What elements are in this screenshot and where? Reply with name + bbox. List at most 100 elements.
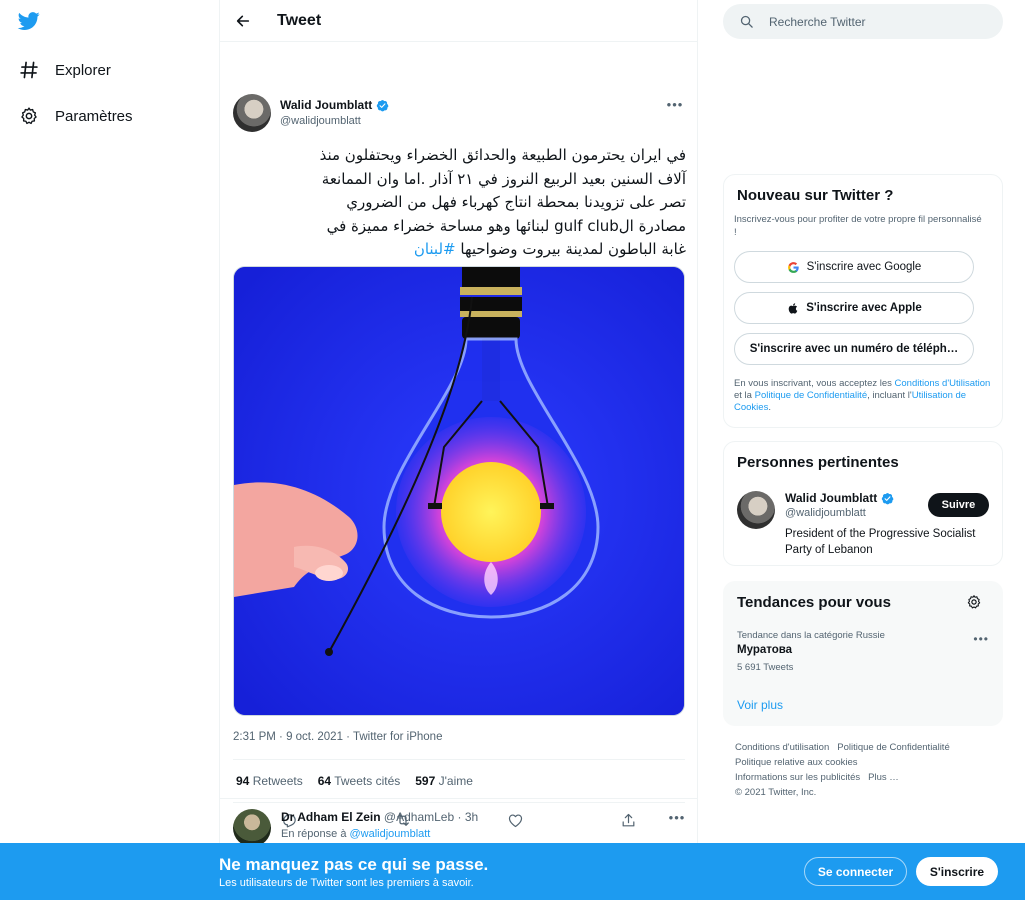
trend-count: 5 691 Tweets [737, 662, 794, 673]
apple-icon [786, 301, 800, 315]
trend-category: Tendance dans la catégorie Russie [737, 630, 885, 641]
twitter-bird-icon[interactable] [17, 10, 43, 34]
stat-label: J'aime [438, 774, 473, 788]
relevant-people-card: Personnes pertinentes Walid Joumblatt @w… [723, 441, 1003, 566]
reply-separator: · [454, 810, 465, 824]
footer-link[interactable]: Politique relative aux cookies [735, 755, 858, 770]
trends-card: Tendances pour vous Tendance dans la cat… [723, 581, 1003, 726]
terms-text: . [768, 402, 771, 413]
left-navigation: Explorer Paramètres [0, 0, 219, 900]
tweet-text-line: آلاف السنين بعيد الربيع النروز في ٢١ آذا… [321, 169, 686, 188]
reply-tweet[interactable]: Dr Adham El Zein @AdhamLeb · 3h En répon… [220, 798, 697, 847]
terms-text: et la [734, 390, 755, 401]
login-banner: Ne manquez pas ce qui se passe. Les util… [0, 843, 1025, 900]
terms-text: , incluant l' [867, 390, 912, 401]
signup-phone-label: S'inscrire avec un numéro de téléph… [749, 343, 959, 355]
nav-explore[interactable]: Explorer [18, 55, 111, 85]
tweet-stats: 94 Retweets 64 Tweets cités 597 J'aime [236, 774, 488, 788]
signup-google-button[interactable]: S'inscrire avec Google [734, 251, 974, 283]
avatar[interactable] [233, 809, 271, 847]
signup-google-label: S'inscrire avec Google [806, 261, 922, 273]
stat-label: Retweets [252, 774, 303, 788]
google-icon [787, 260, 801, 274]
terms-link[interactable]: Conditions d'Utilisation [895, 378, 991, 389]
avatar[interactable] [233, 94, 271, 132]
tweet-time[interactable]: 2:31 PM [233, 731, 276, 743]
nav-settings[interactable]: Paramètres [18, 101, 133, 131]
avatar[interactable] [737, 491, 775, 529]
signup-button[interactable]: S'inscrire [916, 857, 998, 886]
search-input[interactable]: Recherche Twitter [723, 4, 1003, 39]
person-bio: President of the Progressive Socialist P… [785, 528, 976, 556]
footer-link[interactable]: Plus … [868, 770, 899, 785]
tweet-author[interactable]: Walid Joumblatt @walidjoumblatt [233, 94, 389, 132]
footer-link[interactable]: Conditions d'utilisation [735, 740, 829, 755]
tweet-text-line: غابة الباطون لمدينة بيروت وضواحيها [460, 240, 686, 258]
stat-count: 94 [236, 774, 250, 788]
reply-time[interactable]: 3h [465, 810, 478, 824]
reply-author-name[interactable]: Dr Adham El Zein [281, 810, 381, 824]
signup-terms: En vous inscrivant, vous acceptez les Co… [734, 378, 996, 414]
meta-separator: · [275, 731, 287, 743]
footer-links: Conditions d'utilisation Politique de Con… [735, 740, 1000, 800]
reply-to-link[interactable]: @walidjoumblatt [350, 828, 431, 840]
more-options-icon[interactable]: ••• [668, 810, 686, 825]
person-handle[interactable]: @walidjoumblatt [785, 507, 866, 519]
meta-separator: · [342, 731, 353, 743]
stat-label: Tweets cités [334, 774, 401, 788]
gear-icon[interactable] [966, 594, 982, 610]
footer-link[interactable]: Informations sur les publicités [735, 770, 860, 785]
signup-phone-button[interactable]: S'inscrire avec un numéro de téléph… [734, 333, 974, 365]
show-more-link[interactable]: Voir plus [737, 698, 783, 712]
copyright: © 2021 Twitter, Inc. [735, 787, 817, 798]
hashtag-icon [18, 59, 40, 81]
more-options-icon[interactable]: ••• [973, 632, 989, 646]
signup-title: Nouveau sur Twitter ? [737, 187, 894, 204]
search-placeholder: Recherche Twitter [769, 14, 866, 29]
tweet-text-line-last: غابة الباطون لمدينة بيروت وضواحيها #لبنا… [233, 238, 686, 262]
reply-prefix: En réponse à [281, 828, 350, 840]
nav-settings-label: Paramètres [55, 107, 133, 125]
trend-name[interactable]: Муратова [737, 644, 792, 656]
retweets-stat[interactable]: 94 Retweets [236, 774, 303, 788]
lightbulb-illustration [234, 267, 684, 715]
login-button[interactable]: Se connecter [804, 857, 907, 886]
tweet-meta: 2:31 PM · 9 oct. 2021 · Twitter for iPho… [233, 731, 442, 743]
stat-count: 64 [317, 774, 332, 788]
person-name[interactable]: Walid Joumblatt [785, 491, 877, 505]
author-name[interactable]: Walid Joumblatt [280, 98, 372, 112]
search-icon [739, 14, 755, 30]
author-handle[interactable]: @walidjoumblatt [280, 115, 389, 127]
person-name-row[interactable]: Walid Joumblatt [785, 491, 894, 505]
people-title: Personnes pertinentes [737, 454, 899, 471]
signup-card: Nouveau sur Twitter ? Inscrivez-vous pou… [723, 174, 1003, 428]
verified-badge-icon [882, 492, 894, 504]
page-title: Tweet [277, 11, 322, 29]
tweet-text-line: تصر على تزويدنا بمحطة انتاج كهرباء فهل م… [346, 193, 686, 211]
reply-context: En réponse à @walidjoumblatt [281, 828, 430, 840]
divider [233, 759, 685, 760]
trends-title: Tendances pour vous [737, 594, 891, 611]
likes-stat[interactable]: 597 J'aime [415, 774, 473, 788]
tweet-text-line: مصادرة الgulf club لبنائها وهو مساحة خضر… [326, 216, 686, 235]
author-name-row: Walid Joumblatt [280, 98, 389, 112]
signup-apple-button[interactable]: S'inscrire avec Apple [734, 292, 974, 324]
quote-tweets-stat[interactable]: 64 Tweets cités [318, 774, 401, 788]
tweet-text: في ايران يحترمون الطبيعة والحدائق الخضرا… [233, 144, 686, 262]
tweet-date[interactable]: 9 oct. 2021 [286, 731, 343, 743]
tweet-text-line: في ايران يحترمون الطبيعة والحدائق الخضرا… [319, 146, 686, 164]
reply-author-handle[interactable]: @AdhamLeb [384, 810, 454, 824]
more-options-icon[interactable]: ••• [666, 97, 684, 112]
page-header: Tweet [220, 0, 697, 42]
banner-subtitle: Les utilisateurs de Twitter sont les pre… [219, 877, 474, 889]
main-column: Tweet Walid Joumblatt @walidjoumblatt ••… [219, 0, 698, 900]
terms-text: En vous inscrivant, vous acceptez les [734, 378, 895, 389]
nav-explore-label: Explorer [55, 61, 111, 79]
hashtag-link[interactable]: #لبنان [414, 240, 456, 258]
privacy-link[interactable]: Politique de Confidentialité [755, 390, 868, 401]
tweet-image[interactable] [233, 266, 685, 716]
arrow-left-icon[interactable] [233, 11, 253, 31]
follow-button[interactable]: Suivre [928, 493, 989, 517]
tweet-source[interactable]: Twitter for iPhone [353, 731, 442, 743]
footer-link[interactable]: Politique de Confidentialité [837, 740, 950, 755]
